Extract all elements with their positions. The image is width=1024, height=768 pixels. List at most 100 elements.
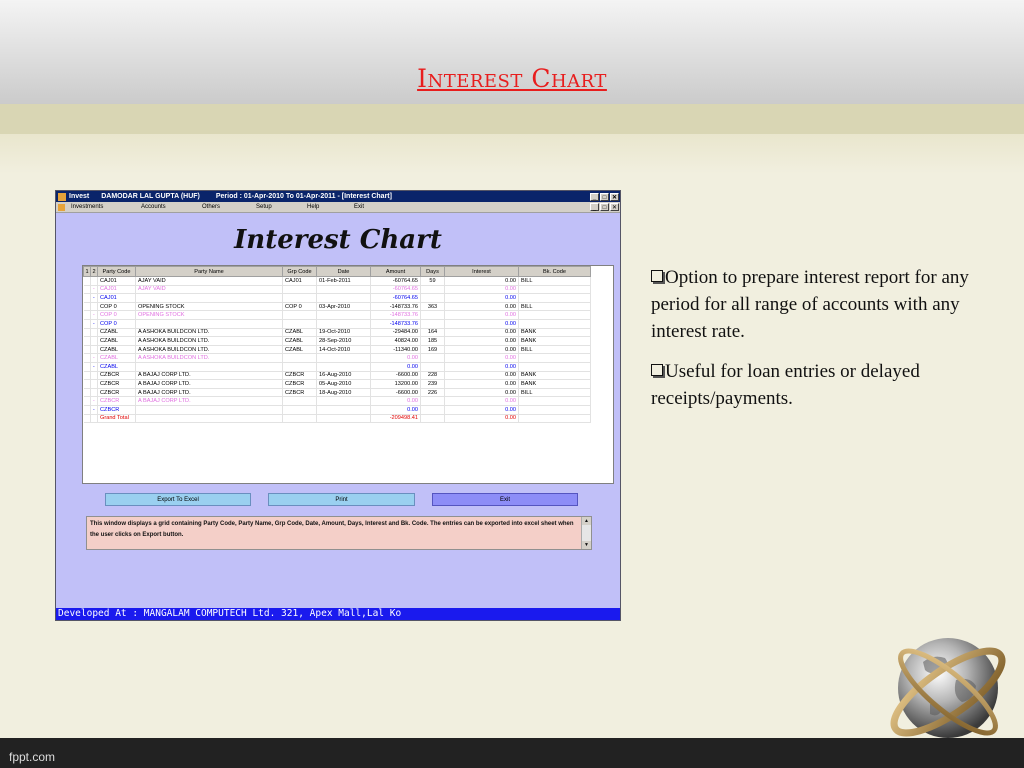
row-expand-toggle[interactable]: - (90, 396, 98, 406)
table-row[interactable]: CZABL A ASHOKA BUILDCON LTD. CZABL 28-Sep-2… (83, 336, 591, 346)
column-header[interactable]: Date (316, 266, 371, 277)
table-cell: A ASHOKA BUILDCON LTD. (135, 345, 283, 355)
column-header[interactable]: Party Code (97, 266, 136, 277)
exit-button[interactable]: Exit (432, 493, 578, 506)
column-header[interactable]: Days (420, 266, 445, 277)
row-expand-toggle[interactable]: - (90, 405, 98, 415)
row-expand-toggle (90, 371, 98, 381)
table-cell: 169 (420, 345, 445, 355)
row-indicator (83, 328, 91, 338)
table-cell: COP 0 (97, 302, 136, 312)
row-expand-toggle[interactable]: - (90, 319, 98, 329)
table-row[interactable]: CZABL A ASHOKA BUILDCON LTD. CZABL 19-Oct-2… (83, 328, 591, 338)
table-row[interactable]: CAJ01 AJAY VAID CAJ01 01-Feb-2011 -60764.65 5… (83, 276, 591, 286)
table-cell: -60764.65 (370, 285, 421, 295)
table-cell: 185 (420, 336, 445, 346)
table-cell: BANK (518, 379, 591, 389)
table-cell: 19-Oct-2010 (316, 328, 371, 338)
table-row[interactable]: - CAJ01 AJAY VAID -60764.65 0.00 (83, 285, 591, 295)
close-icon[interactable]: ✕ (610, 192, 619, 201)
table-cell (282, 414, 317, 424)
table-cell: 0.00 (444, 405, 519, 415)
table-cell: 59 (420, 276, 445, 286)
level-tab-1[interactable]: 1 (83, 266, 91, 277)
column-header[interactable]: Party Name (135, 266, 283, 277)
table-row[interactable]: - CAJ01 -60764.65 0.00 (83, 293, 591, 303)
row-expand-toggle[interactable]: - (90, 285, 98, 295)
child-close-icon[interactable]: ✕ (610, 203, 619, 211)
table-row[interactable]: CZBCR A BAJAJ CORP LTD. CZBCR 16-Aug-2010 -6… (83, 371, 591, 381)
table-cell (420, 414, 445, 424)
table-cell (316, 310, 371, 320)
table-row[interactable]: - CZBCR A BAJAJ CORP LTD. 0.00 0.00 (83, 396, 591, 406)
maximize-icon[interactable]: □ (600, 192, 609, 201)
table-row[interactable]: COP 0 OPENING STOCK COP 0 03-Apr-2010 -14873… (83, 302, 591, 312)
column-header[interactable]: Bk. Code (518, 266, 591, 277)
table-cell (420, 310, 445, 320)
table-row[interactable]: - COP 0 OPENING STOCK -148733.76 0.00 (83, 310, 591, 320)
description-scrollbar[interactable]: ▲ ▼ (581, 517, 591, 549)
interest-table: 1 2 Party Code Party Name Grp Code Date Amou… (83, 266, 591, 424)
menu-help[interactable]: Help (307, 204, 319, 210)
table-row[interactable]: CZABL A ASHOKA BUILDCON LTD. CZABL 14-Oct-2… (83, 345, 591, 355)
table-cell: CZBCR (282, 371, 317, 381)
table-row[interactable]: - CZABL 0.00 0.00 (83, 362, 591, 372)
print-button[interactable]: Print (268, 493, 415, 506)
row-indicator (83, 362, 91, 372)
child-minimize-icon[interactable]: _ (590, 203, 599, 211)
scroll-up-icon[interactable]: ▲ (582, 517, 591, 525)
menu-others[interactable]: Others (202, 204, 220, 210)
table-cell: 05-Aug-2010 (316, 379, 371, 389)
menu-accounts[interactable]: Accounts (141, 204, 166, 210)
table-cell (518, 285, 591, 295)
export-to-excel-button[interactable]: Export To Excel (105, 493, 251, 506)
table-cell: 0.00 (370, 405, 421, 415)
menu-exit[interactable]: Exit (354, 204, 364, 210)
interest-grid[interactable]: 1 2 Party Code Party Name Grp Code Date Amou… (82, 265, 614, 484)
minimize-icon[interactable]: _ (590, 192, 599, 201)
level-tab-2[interactable]: 2 (90, 266, 98, 277)
table-cell (282, 405, 317, 415)
row-indicator (83, 405, 91, 415)
row-expand-toggle[interactable]: - (90, 362, 98, 372)
row-expand-toggle[interactable]: - (90, 310, 98, 320)
table-row[interactable]: - CZABL A ASHOKA BUILDCON LTD. 0.00 0.00 (83, 353, 591, 363)
menu-investments[interactable]: Investments (71, 204, 103, 210)
row-expand-toggle[interactable]: - (90, 293, 98, 303)
table-cell (316, 285, 371, 295)
checkbox-bullet-icon (651, 270, 663, 282)
table-row[interactable]: - CZBCR 0.00 0.00 (83, 405, 591, 415)
table-cell (282, 362, 317, 372)
table-cell: 0.00 (444, 302, 519, 312)
row-expand-toggle[interactable]: - (90, 353, 98, 363)
window-titlebar[interactable]: Invest DAMODAR LAL GUPTA (HUF) Period : … (56, 191, 620, 202)
table-cell: 0.00 (444, 396, 519, 406)
menu-setup[interactable]: Setup (256, 204, 272, 210)
bullet-item: Useful for loan entries or delayed recei… (651, 361, 920, 409)
table-cell: 0.00 (370, 396, 421, 406)
table-row[interactable]: - COP 0 -148733.76 0.00 (83, 319, 591, 329)
table-cell (135, 362, 283, 372)
table-cell: 0.00 (444, 362, 519, 372)
table-cell: CAJ01 (97, 276, 136, 286)
table-cell: CZABL (97, 362, 136, 372)
table-cell (316, 319, 371, 329)
table-cell: CZBCR (97, 396, 136, 406)
table-row[interactable]: Grand Total -209498.41 0.00 (83, 414, 591, 424)
column-header[interactable]: Interest (444, 266, 519, 277)
table-row[interactable]: CZBCR A BAJAJ CORP LTD. CZBCR 18-Aug-2010 -6… (83, 388, 591, 398)
child-restore-icon[interactable]: □ (600, 203, 609, 211)
table-cell (316, 396, 371, 406)
document-icon (58, 203, 65, 211)
checkbox-bullet-icon (651, 364, 663, 376)
table-cell: 0.00 (444, 328, 519, 338)
column-header[interactable]: Amount (370, 266, 421, 277)
table-cell (420, 293, 445, 303)
table-row[interactable]: CZBCR A BAJAJ CORP LTD. CZBCR 05-Aug-2010 13… (83, 379, 591, 389)
table-cell: 0.00 (444, 388, 519, 398)
table-cell: 16-Aug-2010 (316, 371, 371, 381)
column-header[interactable]: Grp Code (282, 266, 317, 277)
scroll-down-icon[interactable]: ▼ (582, 541, 591, 549)
table-cell (518, 362, 591, 372)
table-cell: -29484.00 (370, 328, 421, 338)
